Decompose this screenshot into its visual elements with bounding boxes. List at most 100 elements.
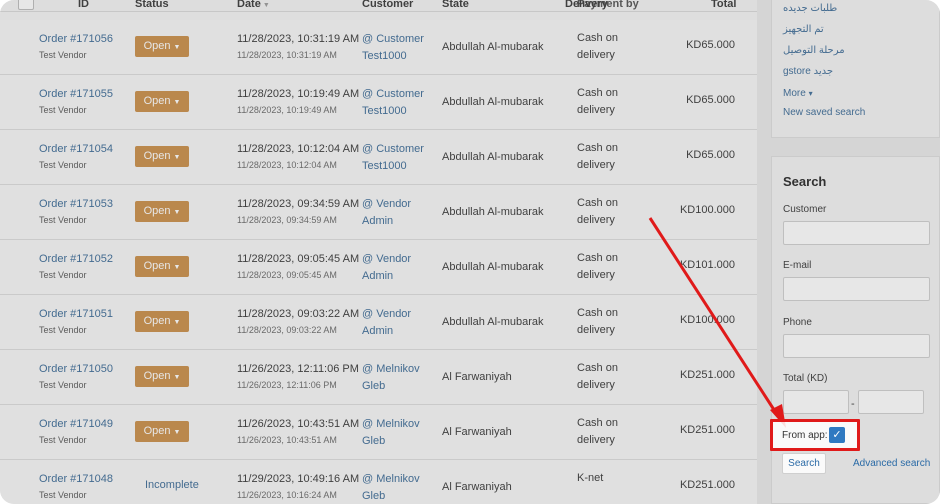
customer-link-name[interactable]: Gleb	[362, 433, 385, 450]
customer-link[interactable]: @ Vendor	[362, 196, 411, 213]
status-dropdown-button[interactable]: Open ▼	[135, 91, 189, 112]
order-id-link[interactable]: Order #171053	[39, 196, 113, 213]
saved-search-item[interactable]: gstore جديد	[783, 66, 833, 77]
caret-down-icon: ▼	[173, 264, 181, 271]
order-date-sub: 11/26/2023, 12:11:06 PM	[237, 380, 337, 390]
order-total: KD100.000	[679, 204, 735, 216]
order-id-link[interactable]: Order #171052	[39, 251, 113, 268]
state-text: Abdullah Al-mubarak	[442, 206, 544, 218]
customer-link[interactable]: @ Melnikov	[362, 471, 420, 488]
table-row[interactable]: Order #171055 Test Vendor Open ▼ 11/28/2023,…	[0, 75, 757, 130]
column-date[interactable]: Date ▼	[237, 0, 270, 10]
table-row[interactable]: Order #171056 Test Vendor Open ▼ 11/28/2023,…	[0, 20, 757, 75]
status-dropdown-button[interactable]: Open ▼	[135, 146, 189, 167]
status-dropdown-button[interactable]: Open ▼	[135, 311, 189, 332]
customer-input[interactable]	[783, 221, 930, 245]
status-label: Open	[143, 425, 171, 437]
caret-down-icon: ▼	[173, 374, 181, 381]
order-date-sub: 11/28/2023, 10:12:04 AM	[237, 160, 337, 170]
column-customer[interactable]: Customer	[362, 0, 413, 10]
column-total[interactable]: Total	[711, 0, 736, 10]
order-id-link[interactable]: Order #171049	[39, 416, 113, 433]
column-status[interactable]: Status	[135, 0, 169, 10]
from-app-checkbox[interactable]: ✓	[829, 427, 845, 443]
table-row[interactable]: Order #171051 Test Vendor Open ▼ 11/28/2023,…	[0, 295, 757, 350]
customer-link-name[interactable]: Test1000	[362, 48, 407, 65]
status-dropdown-button[interactable]: Open ▼	[135, 366, 189, 387]
customer-link[interactable]: @ Customer	[362, 31, 424, 48]
customer-link-name[interactable]: Admin	[362, 213, 393, 230]
order-total: KD100.000	[679, 314, 735, 326]
customer-link-name[interactable]: Admin	[362, 323, 393, 340]
customer-link-name[interactable]: Admin	[362, 268, 393, 285]
sort-icon: ▼	[262, 2, 270, 9]
order-total: KD65.000	[686, 149, 735, 161]
more-link[interactable]: More ▾	[783, 88, 813, 99]
payment-method: Cash on	[577, 417, 618, 429]
order-id-link[interactable]: Order #171054	[39, 141, 113, 158]
customer-link-name[interactable]: Gleb	[362, 378, 385, 395]
customer-link[interactable]: @ Melnikov	[362, 361, 420, 378]
column-id[interactable]: ID	[78, 0, 89, 10]
order-date-sub: 11/28/2023, 10:31:19 AM	[237, 50, 337, 60]
state-text: Abdullah Al-mubarak	[442, 261, 544, 273]
order-total: KD251.000	[679, 369, 735, 381]
status-dropdown-button[interactable]: Open ▼	[135, 36, 189, 57]
order-id-link[interactable]: Order #171056	[39, 31, 113, 48]
table-row[interactable]: Order #171053 Test Vendor Open ▼ 11/28/2023,…	[0, 185, 757, 240]
email-input[interactable]	[783, 277, 930, 301]
payment-method-sub: delivery	[577, 324, 615, 336]
payment-method: Cash on	[577, 197, 618, 209]
search-button[interactable]: Search	[782, 453, 826, 474]
order-id-link[interactable]: Order #171055	[39, 86, 113, 103]
payment-method-sub: delivery	[577, 434, 615, 446]
table-header: ID Status Date ▼ Customer State Delivery …	[0, 0, 757, 12]
customer-link[interactable]: @ Customer	[362, 86, 424, 103]
saved-search-item[interactable]: تم التجهيز	[783, 24, 824, 35]
customer-link-name[interactable]: Test1000	[362, 103, 407, 120]
customer-link-name[interactable]: Gleb	[362, 488, 385, 504]
search-title: Search	[783, 174, 827, 189]
vendor-name: Test Vendor	[39, 50, 87, 60]
status-dropdown-button[interactable]: Open ▼	[135, 256, 189, 277]
total-from-input[interactable]	[783, 390, 849, 414]
order-date: 11/28/2023, 10:12:04 AM	[237, 143, 360, 155]
status-label: Open	[143, 370, 171, 382]
status-text[interactable]: Incomplete	[145, 479, 199, 491]
table-row[interactable]: Order #171049 Test Vendor Open ▼ 11/26/2023,…	[0, 405, 757, 460]
order-total: KD251.000	[679, 479, 735, 491]
phone-input[interactable]	[783, 334, 930, 358]
table-row[interactable]: Order #171048 Test Vendor Incomplete 11/29/…	[0, 460, 757, 504]
customer-link[interactable]: @ Melnikov	[362, 416, 420, 433]
state-text: Al Farwaniyah	[442, 371, 512, 383]
status-dropdown-button[interactable]: Open ▼	[135, 201, 189, 222]
total-to-input[interactable]	[858, 390, 924, 414]
vendor-name: Test Vendor	[39, 490, 87, 500]
customer-link[interactable]: @ Customer	[362, 141, 424, 158]
payment-method: Cash on	[577, 307, 618, 319]
order-id-link[interactable]: Order #171051	[39, 306, 113, 323]
screenshot-frame: ID Status Date ▼ Customer State Delivery …	[0, 0, 940, 504]
order-total: KD65.000	[686, 94, 735, 106]
select-all-checkbox[interactable]	[18, 0, 34, 10]
saved-search-item[interactable]: طلبات جديده	[783, 3, 837, 14]
saved-search-item[interactable]: مرحلة التوصيل	[783, 45, 845, 56]
order-date: 11/28/2023, 09:05:45 AM	[237, 253, 360, 265]
table-row[interactable]: Order #171054 Test Vendor Open ▼ 11/28/2023,…	[0, 130, 757, 185]
order-id-link[interactable]: Order #171048	[39, 471, 113, 488]
column-state[interactable]: State	[442, 0, 469, 10]
column-payment[interactable]: Payment by	[577, 0, 639, 10]
order-id-link[interactable]: Order #171050	[39, 361, 113, 378]
customer-link[interactable]: @ Vendor	[362, 251, 411, 268]
new-saved-search-link[interactable]: New saved search	[783, 107, 865, 118]
customer-link[interactable]: @ Vendor	[362, 306, 411, 323]
order-date: 11/26/2023, 10:43:51 AM	[237, 418, 360, 430]
order-date: 11/28/2023, 09:34:59 AM	[237, 198, 360, 210]
vendor-name: Test Vendor	[39, 270, 87, 280]
advanced-search-link[interactable]: Advanced search	[853, 458, 930, 469]
customer-link-name[interactable]: Test1000	[362, 158, 407, 175]
status-dropdown-button[interactable]: Open ▼	[135, 421, 189, 442]
table-row[interactable]: Order #171050 Test Vendor Open ▼ 11/26/2023,…	[0, 350, 757, 405]
table-row[interactable]: Order #171052 Test Vendor Open ▼ 11/28/2023,…	[0, 240, 757, 295]
payment-method-sub: delivery	[577, 269, 615, 281]
